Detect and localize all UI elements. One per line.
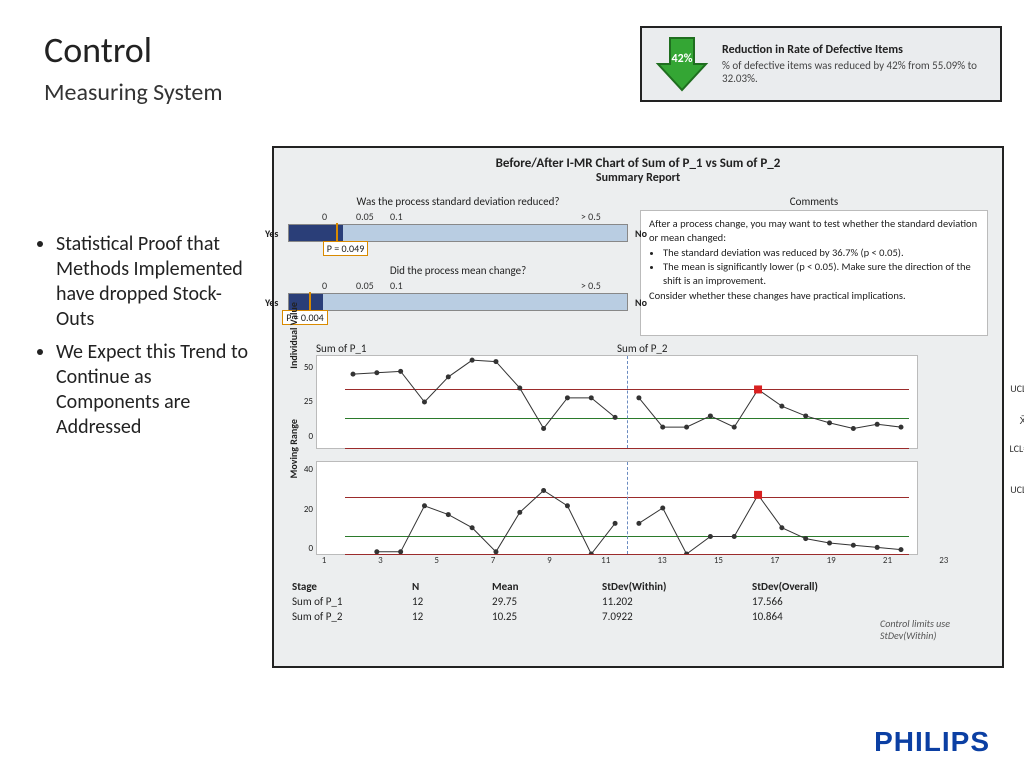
- y-tick: 20: [295, 504, 313, 515]
- scale-tick: 0: [322, 279, 327, 292]
- bullet-item: Statistical Proof that Methods Implement…: [56, 232, 252, 332]
- bullet-list: Statistical Proof that Methods Implement…: [32, 232, 252, 448]
- scale-tick: 0.05: [356, 279, 374, 292]
- callout-heading: Reduction in Rate of Defective Items: [722, 43, 992, 57]
- q1-label: Was the process standard deviation reduc…: [288, 195, 628, 208]
- moving-range-chart: Moving Range 40 20 0: [316, 461, 918, 555]
- ucl-label: UCL=26.14: [1010, 483, 1024, 496]
- individual-value-chart: Individual Value 50 25 0: [316, 355, 918, 449]
- yes-label: Yes: [265, 296, 278, 309]
- callout-text: % of defective items was reduced by 42% …: [722, 59, 992, 85]
- y-axis-label: Individual Value: [287, 302, 300, 369]
- lcl-label: LCL=-11.03: [1010, 442, 1024, 455]
- scale-tick: 0.1: [390, 279, 403, 292]
- ucl-label: UCL=31.53: [1010, 382, 1024, 395]
- chart1-right-title: Sum of P_2: [617, 342, 918, 355]
- q2-bar: Yes No P = 0.004: [288, 293, 628, 311]
- scale-tick: 0.05: [356, 210, 374, 223]
- slide-title: Control: [44, 28, 152, 72]
- chart1-left-title: Sum of P_1: [316, 342, 617, 355]
- comments-box: After a process change, you may want to …: [640, 210, 988, 336]
- comments-head: Comments: [640, 195, 988, 208]
- y-tick: 40: [295, 464, 313, 475]
- q2-label: Did the process mean change?: [288, 264, 628, 277]
- yes-label: Yes: [265, 227, 278, 240]
- scale-tick: 0: [322, 210, 327, 223]
- stats-note: Control limits use StDev(Within): [880, 618, 980, 642]
- no-label: No: [635, 296, 647, 309]
- y-tick: 50: [295, 362, 313, 373]
- q1-bar: Yes No P = 0.049: [288, 224, 628, 242]
- xbar-label: X̄=10.25: [1020, 414, 1024, 427]
- scale-tick: 0.1: [390, 210, 403, 223]
- report-subtitle: Summary Report: [288, 171, 988, 185]
- down-arrow-icon: 42%: [650, 32, 714, 96]
- scale-tick: > 0.5: [581, 210, 601, 223]
- bullet-item: We Expect this Trend to Continue as Comp…: [56, 340, 252, 440]
- report-title: Before/After I-MR Chart of Sum of P_1 vs…: [288, 156, 988, 171]
- metric-callout: 42% Reduction in Rate of Defective Items…: [640, 26, 1002, 102]
- philips-logo: PHILIPS: [874, 726, 990, 758]
- p-value: P = 0.049: [323, 241, 368, 256]
- scale-tick: > 0.5: [581, 279, 601, 292]
- no-label: No: [635, 227, 647, 240]
- summary-report: Before/After I-MR Chart of Sum of P_1 vs…: [272, 146, 1004, 668]
- y-tick: 25: [295, 396, 313, 407]
- y-tick: 0: [295, 543, 313, 554]
- arrow-badge: 42%: [672, 52, 693, 66]
- slide-subtitle: Measuring System: [44, 78, 223, 107]
